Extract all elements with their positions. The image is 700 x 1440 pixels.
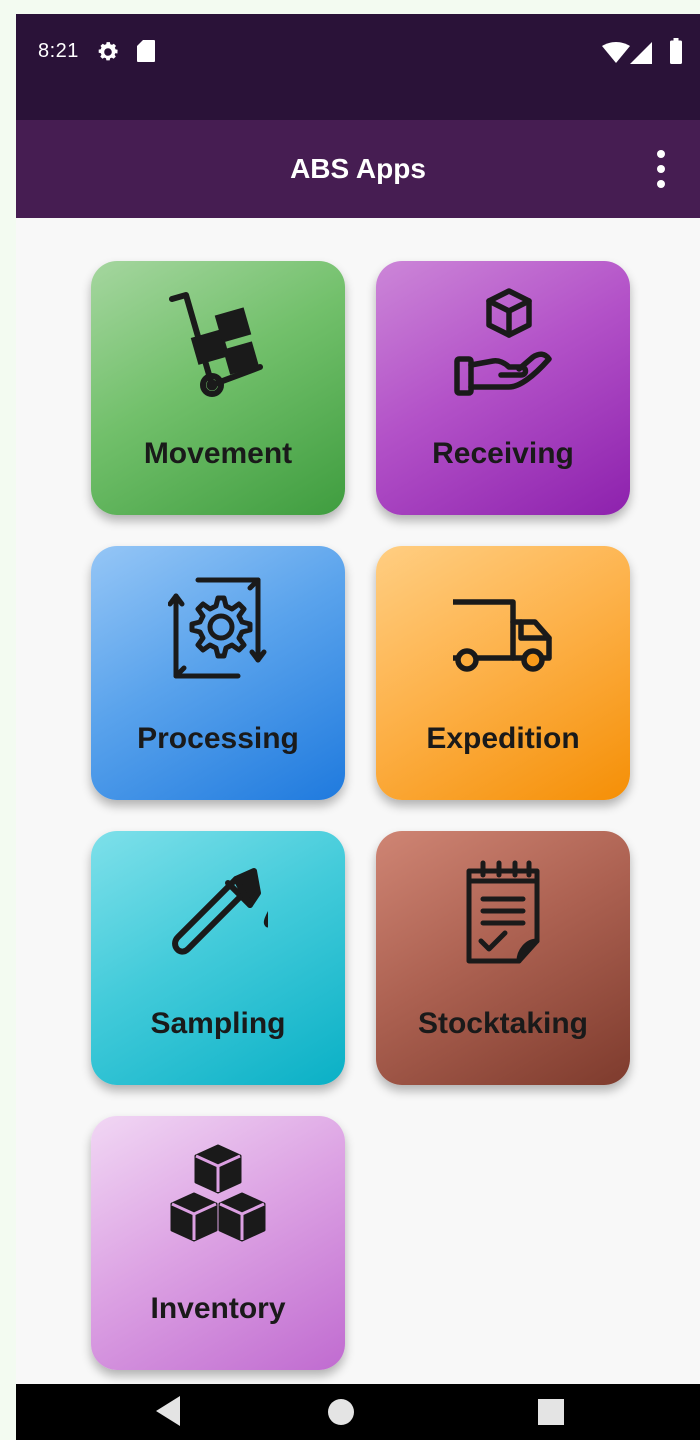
settings-icon [98,42,118,61]
app-screen: 8:21 ABS Apps Movement Receiving Process… [16,14,700,1440]
box-in-hand-icon [454,288,552,396]
stacked-boxes-icon [170,1144,266,1242]
tile-stocktaking[interactable]: Stocktaking [376,831,630,1085]
back-icon[interactable] [156,1396,180,1426]
tile-label: Movement [143,437,293,470]
gear-cycle-icon [168,577,267,679]
test-tube-icon [172,868,268,955]
tile-label: Sampling [150,1007,286,1040]
tile-label: Expedition [426,722,580,755]
sdcard-icon [137,40,155,62]
app-bar: ABS Apps [16,120,700,218]
hand-truck-icon [169,292,263,397]
signal-icon [630,42,652,64]
tile-receiving[interactable]: Receiving [376,261,630,515]
status-bar: 8:21 [16,14,700,120]
tile-expedition[interactable]: Expedition [376,546,630,800]
tile-processing[interactable]: Processing [91,546,345,800]
navigation-bar [16,1384,700,1440]
tile-sampling[interactable]: Sampling [91,831,345,1085]
recents-icon[interactable] [538,1399,564,1425]
battery-icon [670,38,682,64]
more-vert-icon[interactable] [646,150,676,190]
tile-label: Processing [137,722,299,755]
tile-label: Receiving [432,437,574,470]
tile-movement[interactable]: Movement [91,261,345,515]
tile-label: Inventory [150,1292,286,1325]
app-title: ABS Apps [290,153,426,184]
tile-inventory[interactable]: Inventory [91,1116,345,1370]
checklist-notepad-icon [466,860,540,964]
status-time: 8:21 [38,40,79,62]
home-icon[interactable] [328,1399,354,1425]
tile-label: Stocktaking [417,1007,589,1040]
truck-icon [453,599,552,672]
wifi-icon [602,42,630,63]
